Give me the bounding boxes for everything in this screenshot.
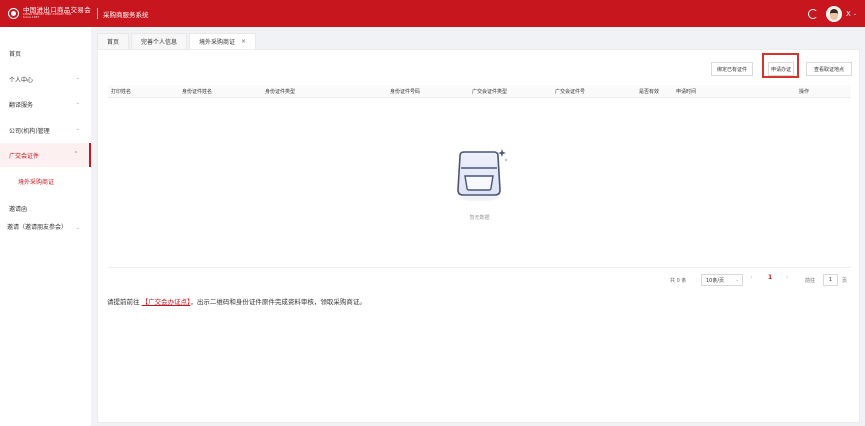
close-icon[interactable]: ×	[241, 38, 246, 45]
pagination-goto-label: 前往	[805, 277, 816, 284]
sidebar-item-invitation[interactable]: 邀请函	[0, 201, 91, 215]
chevron-down-icon: ⌄	[735, 277, 739, 282]
logo-text-since: Since 1957	[23, 15, 40, 19]
column-header: 身份证件姓名	[182, 89, 213, 95]
sidebar-item-label: 邀请（邀请朋友参会）	[7, 224, 68, 231]
column-header: 广交会证件号	[555, 89, 586, 95]
pagination-page-1[interactable]: 1	[768, 274, 772, 281]
column-header: 身份证件号码	[390, 89, 421, 95]
fair-certificate-office-link[interactable]: 【广交会办证点】	[142, 298, 191, 306]
chevron-down-icon: ⌄	[75, 126, 80, 132]
empty-box-icon	[457, 149, 508, 201]
header-divider	[97, 8, 98, 19]
view-pickup-locations-button[interactable]: 查看取证地点	[806, 62, 852, 76]
sidebar-item-label: 境外采购商证	[18, 178, 55, 186]
sidebar-item-label: 首页	[9, 50, 22, 58]
pagination-next-button[interactable]: ›	[786, 274, 788, 281]
chevron-down-icon: ⌄	[75, 225, 80, 231]
sidebar-item-invite-friends[interactable]: 邀请（邀请朋友参会） ⌄	[0, 224, 91, 244]
sidebar-item-fair-certificates[interactable]: 广交会证件 ⌃	[0, 143, 91, 167]
tab-overseas-buyer-badge[interactable]: 境外采购商证 ×	[189, 33, 257, 49]
chevron-up-icon: ⌃	[73, 151, 78, 157]
sidebar-item-label: 广交会证件	[9, 152, 40, 160]
pagination-prev-button[interactable]: ‹	[750, 274, 752, 281]
column-header: 广交会证件类型	[472, 89, 508, 95]
sidebar-item-translation[interactable]: 翻译服务 ⌄	[0, 97, 91, 111]
user-avatar[interactable]	[826, 5, 842, 22]
empty-state-text: 暂无数据	[469, 215, 490, 221]
user-menu-chevron-down-icon[interactable]: ⌄	[853, 11, 857, 17]
system-title: 采购商服务系统	[103, 10, 149, 19]
sidebar-item-label: 翻译服务	[9, 101, 34, 109]
apply-certificate-button[interactable]: 申请办证	[768, 62, 794, 76]
pagination-goto-input[interactable]: 1	[823, 274, 838, 286]
language-switch-icon[interactable]	[808, 8, 818, 19]
table-header: 打印姓名 身份证件姓名 身份证件类型 身份证件号码 广交会证件类型 广交会证件号…	[108, 85, 851, 98]
column-header: 申请时间	[676, 89, 697, 95]
canton-fair-logo[interactable]: 中国进出口商品交易会 CHINA IMPORT AND EXPORT FAIR …	[8, 7, 91, 19]
pagination-page-suffix: 页	[842, 277, 848, 284]
bind-existing-certificate-button[interactable]: 绑定已有证件	[711, 62, 753, 76]
column-header: 是否有效	[639, 89, 660, 95]
sidebar-item-home[interactable]: 首页	[0, 46, 91, 60]
sidebar-item-label: 邀请函	[9, 205, 28, 213]
main-panel: 绑定已有证件 申请办证 查看取证地点 打印姓名 身份证件姓名 身份证件类型 身份…	[97, 49, 860, 423]
sidebar-item-personal-center[interactable]: 个人中心 ⌄	[0, 72, 91, 86]
sidebar-item-label: 个人中心	[9, 76, 34, 84]
logo-emblem-icon	[8, 8, 19, 19]
table-empty-state: 暂无数据	[108, 98, 851, 268]
column-header: 操作	[799, 89, 810, 95]
sidebar-item-company[interactable]: 公司(机构)管理 ⌄	[0, 123, 91, 137]
pickup-notice: 请提前前往 【广交会办证点】，出示二维码和身份证件原件完成资料审核，领取采购商证…	[107, 298, 366, 306]
column-header: 身份证件类型	[265, 89, 296, 95]
sidebar-item-overseas-buyer-badge[interactable]: 境外采购商证	[0, 174, 91, 188]
pagination-total: 共 0 条	[670, 277, 687, 284]
column-header: 打印姓名	[111, 89, 132, 95]
user-name[interactable]: X	[846, 10, 851, 18]
tab-complete-profile[interactable]: 完善个人信息	[131, 33, 188, 49]
chevron-down-icon: ⌄	[75, 75, 80, 81]
page-size-select[interactable]: 10条/页 ⌄	[701, 274, 743, 286]
tab-bar: 首页 完善个人信息 境外采购商证 ×	[97, 33, 860, 49]
tab-home[interactable]: 首页	[97, 33, 130, 49]
sidebar: 首页 个人中心 ⌄ 翻译服务 ⌄ 公司(机构)管理 ⌄ 广交会证件 ⌃ 境外采购…	[0, 27, 91, 426]
top-bar: 中国进出口商品交易会 CHINA IMPORT AND EXPORT FAIR …	[0, 0, 865, 27]
sidebar-item-label: 公司(机构)管理	[9, 127, 50, 135]
chevron-down-icon: ⌄	[75, 100, 80, 106]
